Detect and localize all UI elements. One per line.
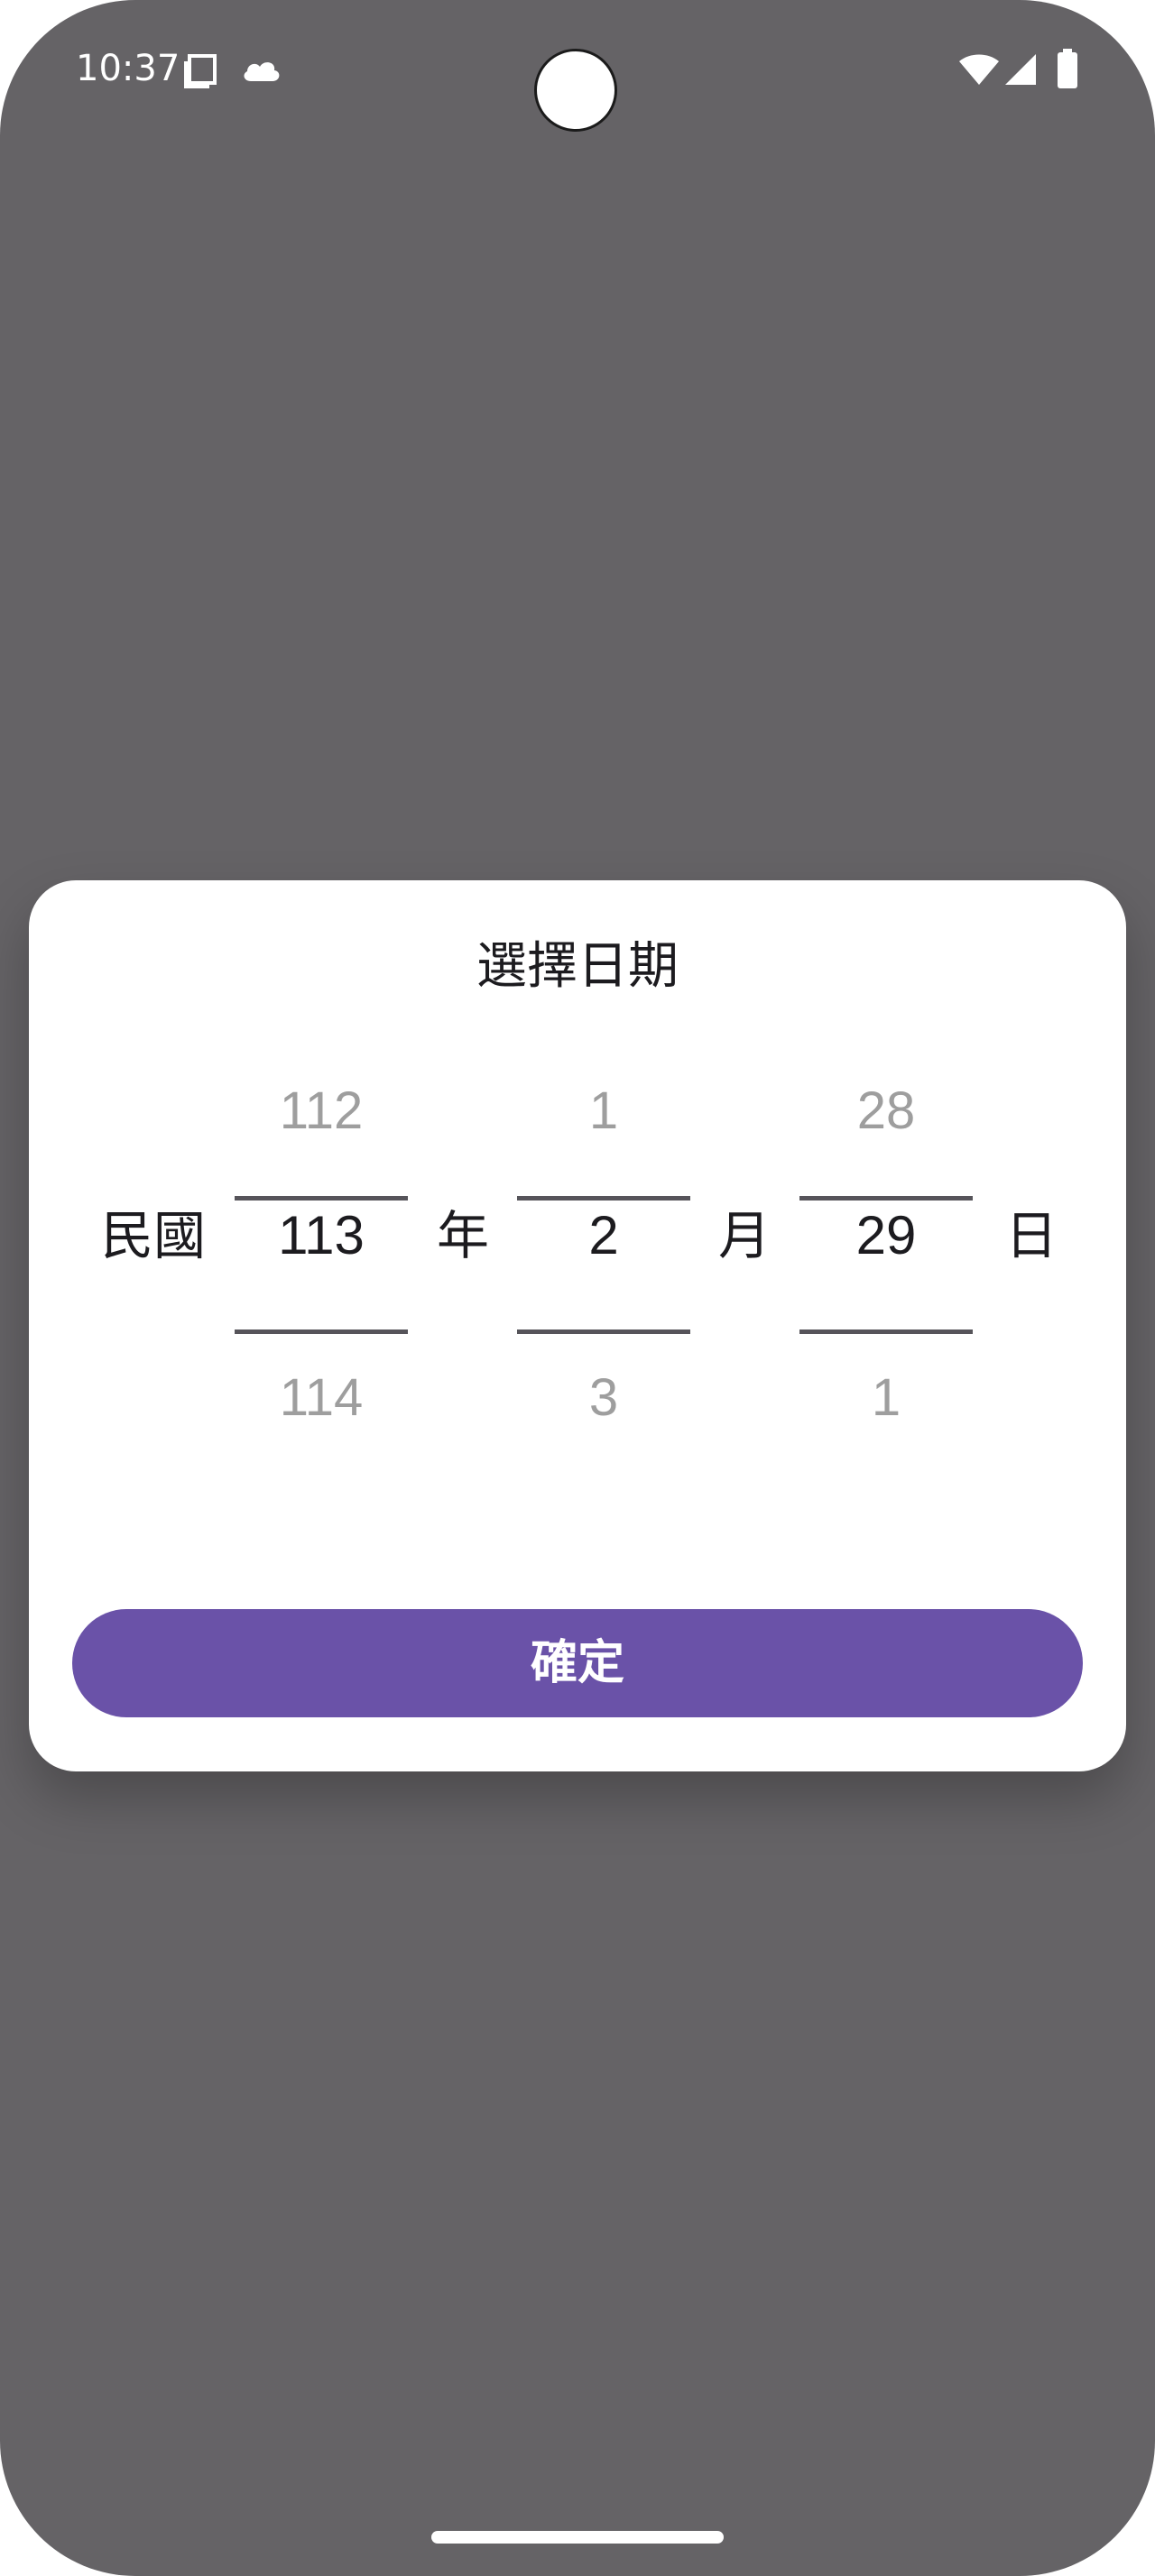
- month-divider-bottom: [517, 1329, 690, 1334]
- year-prev[interactable]: 112: [235, 1079, 408, 1144]
- dialog-title: 選擇日期: [476, 937, 679, 996]
- confirm-button[interactable]: 確定: [72, 1609, 1083, 1717]
- date-picker-row: 民國 112 113 114 年 1 2 3 月 28 29 1 日: [29, 1052, 1126, 1427]
- month-next[interactable]: 3: [517, 1366, 690, 1431]
- home-indicator[interactable]: [431, 2531, 724, 2544]
- month-divider-top: [517, 1196, 690, 1201]
- month-picker[interactable]: 1 2 3: [517, 1052, 690, 1427]
- day-prev[interactable]: 28: [799, 1079, 973, 1144]
- month-label: 月: [718, 1205, 772, 1266]
- year-picker[interactable]: 112 113 114: [235, 1052, 408, 1427]
- day-divider-bottom: [799, 1329, 973, 1334]
- year-divider-bottom: [235, 1329, 408, 1334]
- day-next[interactable]: 1: [799, 1366, 973, 1431]
- status-time: 10:37: [76, 48, 180, 89]
- era-label: 民國: [101, 1205, 207, 1266]
- device-screen: 10:37 選擇日期 民國 112 113 114 年 1 2 3 月 28 2…: [0, 0, 1155, 2576]
- year-label: 年: [437, 1205, 490, 1266]
- status-bar: 10:37: [0, 0, 1155, 135]
- battery-icon: [1058, 49, 1077, 88]
- screenshot-icon: [184, 54, 217, 88]
- day-picker[interactable]: 28 29 1: [799, 1052, 973, 1427]
- date-picker-dialog: 選擇日期 民國 112 113 114 年 1 2 3 月 28 29 1 日 …: [29, 880, 1126, 1771]
- month-prev[interactable]: 1: [517, 1079, 690, 1144]
- day-current[interactable]: 29: [799, 1203, 973, 1268]
- month-current[interactable]: 2: [517, 1203, 690, 1268]
- wifi-icon: [959, 54, 999, 85]
- cloud-icon: [244, 62, 280, 81]
- signal-icon: [1005, 54, 1036, 85]
- year-next[interactable]: 114: [235, 1366, 408, 1431]
- year-divider-top: [235, 1196, 408, 1201]
- day-divider-top: [799, 1196, 973, 1201]
- year-current[interactable]: 113: [235, 1203, 408, 1268]
- day-label: 日: [1005, 1205, 1058, 1266]
- camera-cutout: [534, 49, 617, 132]
